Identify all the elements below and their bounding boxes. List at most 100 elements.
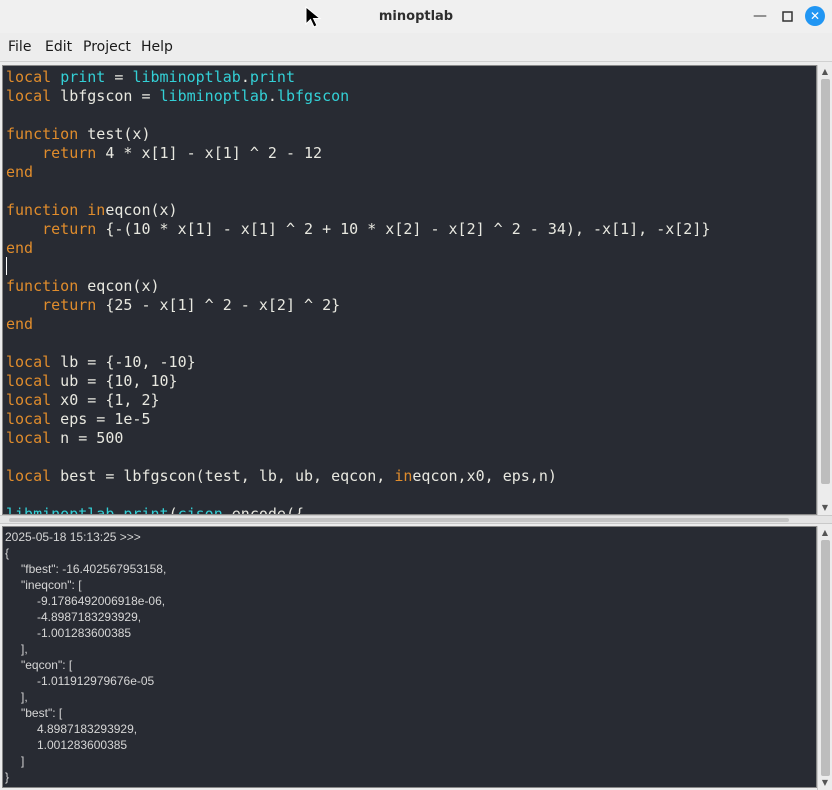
keyword-token: return [42,144,97,162]
output-scrollbar[interactable]: ▲ ▼ [817,526,832,790]
maximize-icon[interactable] [777,6,797,26]
mouse-cursor-icon [305,6,322,28]
code-token: test(x) [78,125,151,143]
editor-scroll-thumb[interactable] [821,79,830,484]
code-line[interactable]: local n = 500 [6,429,123,448]
pane-splitter[interactable] [0,515,832,524]
code-token: 4 * x[1] - x[1] ^ 2 - 12 [96,144,323,162]
code-token: lb = {-10, -10} [51,353,196,371]
code-line[interactable]: return {-(10 * x[1] - x[1] ^ 2 + 10 * x[… [6,220,710,239]
minimize-icon[interactable]: — [750,6,770,26]
code-editor[interactable]: local print = libminoptlab.print local lb… [2,65,817,515]
output-line: { [5,546,10,560]
identifier-token: print [60,68,106,86]
keyword-token: end [6,239,34,257]
keyword-token: local [6,429,52,447]
code-line[interactable]: end [6,163,33,182]
output-line: "ineqcon": [ [21,578,82,592]
code-token: n = 500 [51,429,124,447]
code-line[interactable]: function eqcon(x) [6,277,160,296]
code-token: eqcon(x) [105,201,178,219]
code-token: eps = 1e-5 [51,410,151,428]
code-line[interactable]: local best = lbfgscon(test, lb, ub, eqco… [6,467,557,486]
keyword-token: return [42,220,97,238]
window-title: minoptlab [378,9,454,24]
keyword-token: function [6,277,79,295]
keyword-token: local [6,372,52,390]
editor-scrollbar[interactable]: ▲ ▼ [817,65,832,515]
code-token: best = lbfgscon(test, lb, ub, eqcon, [51,467,395,485]
keyword-token: in [87,201,106,219]
scroll-up-icon[interactable]: ▲ [818,527,832,539]
menu-bar: File Edit Project Help [0,33,832,62]
scroll-up-icon[interactable]: ▲ [818,66,832,78]
keyword-token: in [394,467,413,485]
keyword-token: return [42,296,97,314]
output-line: "fbest": -16.402567953158, [21,562,167,576]
output-line: 4.8987183293929, [37,722,138,736]
keyword-token: local [6,68,52,86]
code-line[interactable]: local lb = {-10, -10} [6,353,196,372]
code-token: eqcon(x) [78,277,160,295]
code-line[interactable]: libminoptlab.print(cjson.encode({ [6,505,305,515]
text-caret [6,257,7,275]
output-console: 2025-05-18 15:13:25 >>> {"fbest": -16.402… [2,526,817,788]
menu-help[interactable]: Help [141,33,173,61]
code-token: .encode({ [222,505,305,515]
identifier-token: lbfgscon [276,87,350,105]
output-line: 1.001283600385 [37,738,128,752]
code-line[interactable]: return 4 * x[1] - x[1] ^ 2 - 12 [6,144,322,163]
keyword-token: function [6,125,79,143]
code-token: ( [168,505,178,515]
identifier-token: libminoptlab [6,505,115,515]
code-token: lbfgscon = [51,87,160,105]
menu-edit[interactable]: Edit [45,33,72,61]
output-line: ], [21,642,28,656]
keyword-token: end [6,163,34,181]
output-line: } [5,770,10,784]
code-token: . [240,68,250,86]
identifier-token: print [249,68,295,86]
scroll-down-icon[interactable]: ▼ [818,502,832,514]
keyword-token: local [6,353,52,371]
title-bar: minoptlab — ✕ [0,0,832,33]
keyword-token: end [6,315,34,333]
output-line: -4.8987183293929, [37,610,142,624]
keyword-token: local [6,467,52,485]
keyword-token: function [6,201,79,219]
output-line: -1.001283600385 [37,626,132,640]
output-line: "eqcon": [ [21,658,73,672]
code-line[interactable]: end [6,239,33,258]
output-scroll-thumb[interactable] [821,540,830,776]
close-icon[interactable]: ✕ [805,6,825,26]
code-token: = [105,68,133,86]
identifier-token: cjson [177,505,223,515]
code-token: {25 - x[1] ^ 2 - x[2] ^ 2} [96,296,341,314]
code-line[interactable]: local ub = {10, 10} [6,372,178,391]
scroll-down-icon[interactable]: ▼ [818,777,832,789]
menu-project[interactable]: Project [83,33,131,61]
horizontal-scroll-thumb[interactable] [9,518,789,522]
code-line[interactable]: function ineqcon(x) [6,201,178,220]
code-line[interactable]: local x0 = {1, 2} [6,391,160,410]
code-line[interactable]: end [6,315,33,334]
code-line[interactable]: local eps = 1e-5 [6,410,151,429]
keyword-token: local [6,391,52,409]
output-line: -9.1786492006918e-06, [37,594,166,608]
code-token: eqcon,x0, eps,n) [412,467,557,485]
output-line: -1.011912979676e-05 [37,674,155,688]
code-line[interactable]: function test(x) [6,125,151,144]
menu-file[interactable]: File [8,33,31,61]
code-line[interactable]: local print = libminoptlab.print [6,68,295,87]
code-token: ub = {10, 10} [51,372,178,390]
output-line: ], [21,690,28,704]
keyword-token: local [6,87,52,105]
code-line[interactable]: return {25 - x[1] ^ 2 - x[2] ^ 2} [6,296,340,315]
code-line[interactable]: local lbfgscon = libminoptlab.lbfgscon [6,87,349,106]
identifier-token: print [123,505,169,515]
